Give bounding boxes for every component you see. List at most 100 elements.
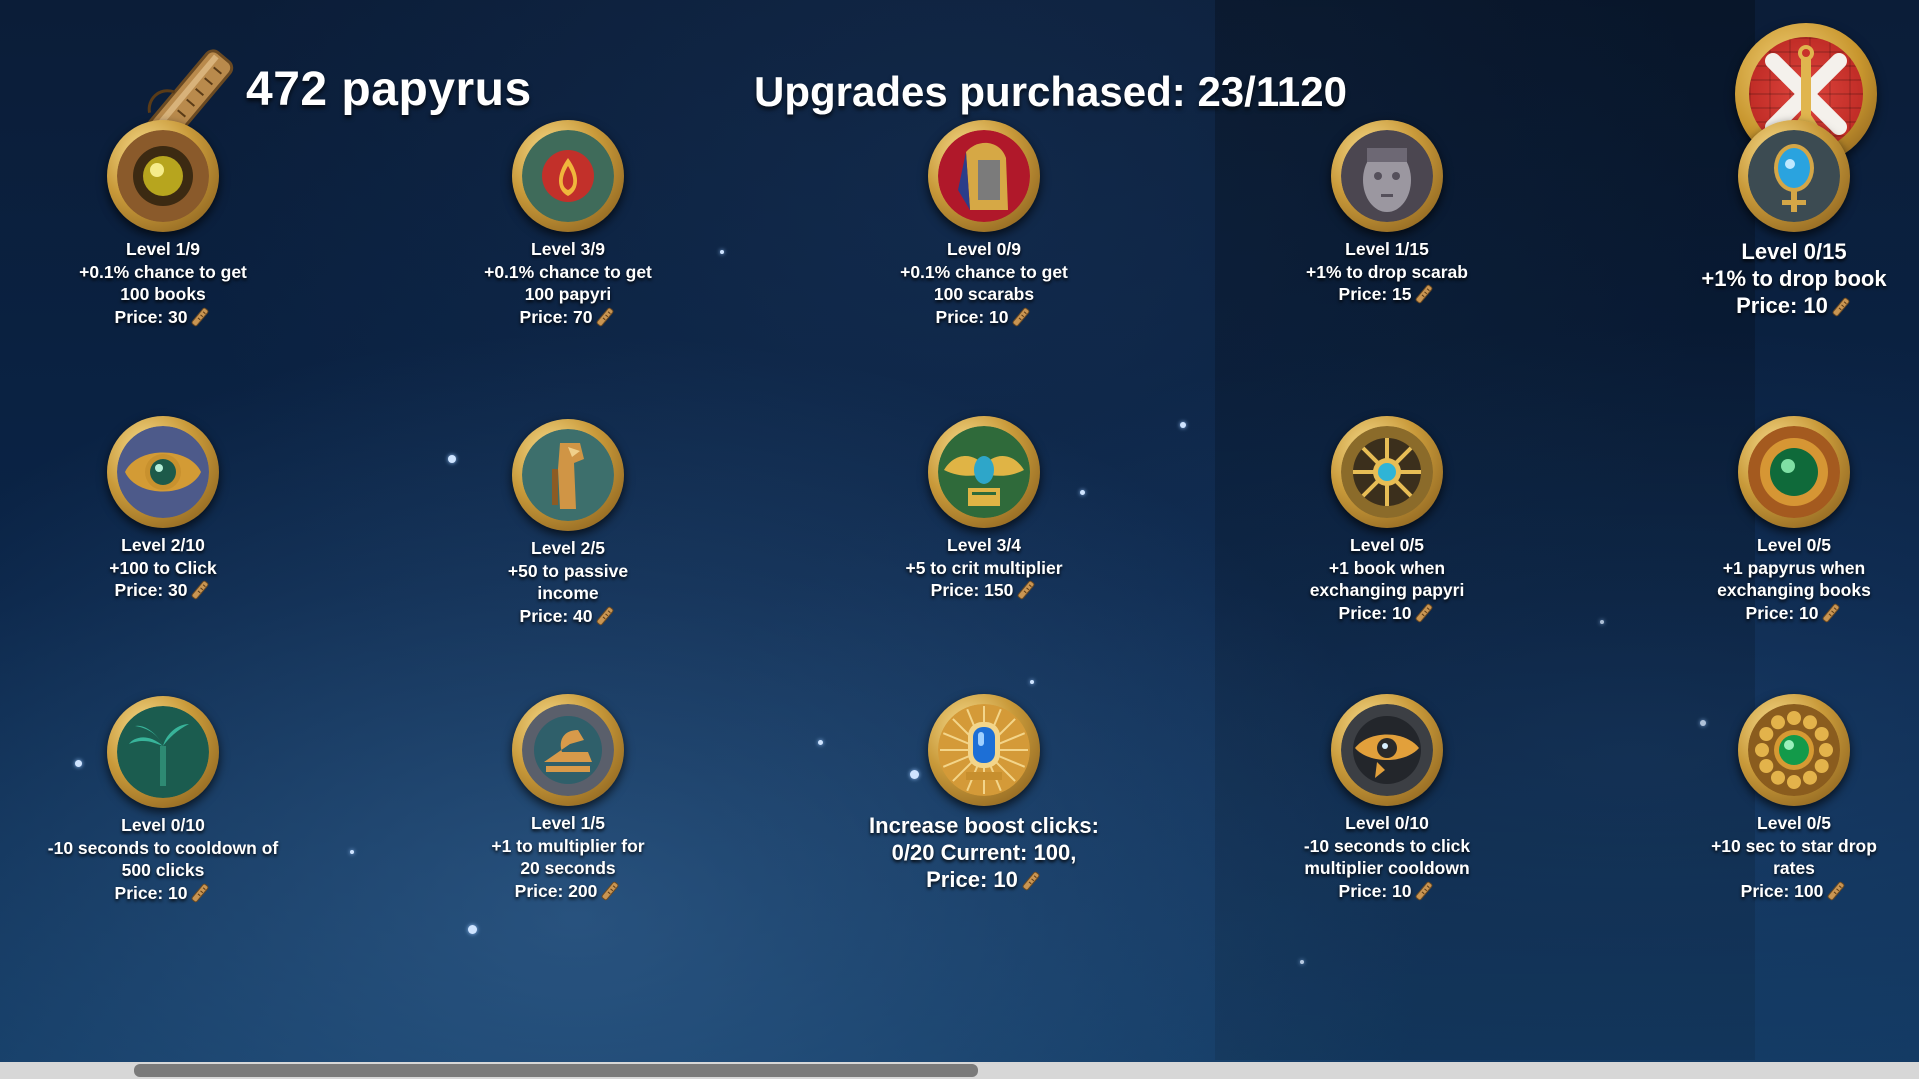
papyrus-currency-icon xyxy=(594,605,616,627)
upgrade-price: Price: 30 xyxy=(13,579,313,602)
pharaoh-head-icon[interactable] xyxy=(928,120,1040,232)
upgrade-effect-line: 500 clicks xyxy=(121,860,205,880)
upgrade-level: Level 2/10 xyxy=(121,535,205,555)
upgrade-level: Level 2/5 xyxy=(531,538,605,558)
upgrade-price-label: Price: 10 xyxy=(926,867,1018,892)
upgrade-effect-line: 20 seconds xyxy=(520,858,616,878)
papyrus-currency-icon xyxy=(1413,283,1435,305)
papyrus-currency-icon xyxy=(1825,880,1847,902)
upgrade-description: Level 0/5 +10 sec to star drop rates Price:… xyxy=(1644,812,1919,902)
upgrade-price-label: Price: 30 xyxy=(114,306,188,327)
upgrade-card[interactable]: Level 0/10 -10 seconds to click multiplier… xyxy=(1237,694,1537,902)
upgrade-effect-line: +1 papyrus when xyxy=(1722,557,1866,578)
upgrade-price: Price: 10 xyxy=(1644,602,1919,625)
horizontal-scrollbar[interactable] xyxy=(0,1062,1919,1079)
upgrade-card[interactable]: Level 1/15 +1% to drop scarab Price: 15 xyxy=(1237,120,1537,306)
upgrade-effect-line: exchanging papyri xyxy=(1309,580,1465,600)
upgrade-card[interactable]: Level 0/10 -10 seconds to cooldown of 500 … xyxy=(13,696,313,904)
upgrade-level: Level 1/9 xyxy=(126,239,200,259)
upgrade-card[interactable]: Level 0/9 +0.1% chance to get 100 scarabs P… xyxy=(834,120,1134,328)
upgrade-price-label: Price: 10 xyxy=(1745,602,1819,623)
upgrade-price-label: Price: 30 xyxy=(114,580,188,600)
upgrade-price-label: Price: 10 xyxy=(1338,880,1412,901)
papyrus-currency-icon xyxy=(189,882,211,904)
upgrade-card[interactable]: Level 0/5 +1 papyrus when exchanging books… xyxy=(1644,416,1919,624)
upgrade-effect-line: 100 books xyxy=(120,284,206,304)
upgrade-price: Price: 30 xyxy=(13,306,313,329)
upgrade-card[interactable]: Level 1/9 +0.1% chance to get 100 books Pri… xyxy=(13,120,313,328)
red-seed-icon[interactable] xyxy=(512,120,624,232)
upgrade-description: Level 1/5 +1 to multiplier for 20 seconds P… xyxy=(418,812,718,902)
upgrade-description: Level 1/15 +1% to drop scarab Price: 15 xyxy=(1237,238,1537,306)
upgrade-level: Level 0/5 xyxy=(1350,535,1424,555)
upgrade-price-label: Price: 15 xyxy=(1338,284,1412,304)
upgrade-effect-line: +1 to multiplier for xyxy=(491,835,645,856)
upgrade-effect-line: +50 to passive xyxy=(507,560,629,581)
upgrade-card[interactable]: Increase boost clicks: 0/20 Current: 100,… xyxy=(834,694,1134,893)
ibis-emblem-icon[interactable] xyxy=(512,694,624,806)
ankh-mirror-icon[interactable] xyxy=(1738,120,1850,232)
emerald-ring-icon[interactable] xyxy=(1738,416,1850,528)
winged-scarab-icon[interactable] xyxy=(928,416,1040,528)
upgrade-card[interactable]: Level 2/5 +50 to passive income Price: 40 xyxy=(418,419,718,627)
upgrades-purchased-counter: Upgrades purchased: 23/1120 xyxy=(754,68,1347,115)
upgrade-effect-line: 0/20 Current: 100, xyxy=(891,840,1077,865)
upgrade-price: Price: 200 xyxy=(418,880,718,903)
upgrade-effect-line: 100 papyri xyxy=(524,284,612,304)
upgrade-description: Level 3/9 +0.1% chance to get 100 papyri Pr… xyxy=(418,238,718,328)
green-jewel-icon[interactable] xyxy=(1738,694,1850,806)
upgrade-effect-line: +1 book when xyxy=(1328,557,1446,578)
upgrade-card[interactable]: Level 0/5 +1 book when exchanging papyri Pr… xyxy=(1237,416,1537,624)
upgrade-price-label: Price: 10 xyxy=(1338,602,1412,623)
eye-of-horus-icon[interactable] xyxy=(1331,694,1443,806)
upgrade-screen: 472 papyrus Upgrades purchased: 23/1120 … xyxy=(0,0,1919,1079)
background-star xyxy=(468,925,477,934)
papyrus-currency-icon xyxy=(189,579,211,601)
upgrade-card[interactable]: Level 0/5 +10 sec to star drop rates Price:… xyxy=(1644,694,1919,902)
upgrade-effect-line: exchanging books xyxy=(1717,580,1871,600)
upgrade-effect-line: +0.1% chance to get xyxy=(900,261,1068,282)
palm-tree-icon[interactable] xyxy=(107,696,219,808)
papyrus-currency-icon xyxy=(1413,602,1435,624)
upgrade-price: Price: 15 xyxy=(1237,283,1537,306)
upgrade-price-label: Price: 10 xyxy=(114,882,188,903)
upgrade-price-label: Price: 150 xyxy=(930,580,1014,600)
blue-gem-shrine-icon[interactable] xyxy=(928,694,1040,806)
upgrade-description: Level 0/5 +1 papyrus when exchanging books… xyxy=(1644,534,1919,624)
upgrade-description: Level 1/9 +0.1% chance to get 100 books Pri… xyxy=(13,238,313,328)
upgrade-card[interactable]: Level 1/5 +1 to multiplier for 20 seconds P… xyxy=(418,694,718,902)
upgrade-description: Level 2/5 +50 to passive income Price: 40 xyxy=(418,537,718,627)
upgrade-level: Level 3/9 xyxy=(531,239,605,259)
winged-gem-icon[interactable] xyxy=(107,416,219,528)
upgrade-effect-line: -10 seconds to cooldown of xyxy=(47,837,279,858)
upgrade-level: Level 0/9 xyxy=(947,239,1021,259)
horus-figure-icon[interactable] xyxy=(512,419,624,531)
upgrade-level: Level 1/15 xyxy=(1345,239,1429,259)
upgrade-description: Level 0/9 +0.1% chance to get 100 scarabs P… xyxy=(834,238,1134,328)
stone-face-icon[interactable] xyxy=(1331,120,1443,232)
upgrade-effect-line: +100 to Click xyxy=(109,557,217,578)
upgrade-price: Price: 40 xyxy=(418,605,718,628)
upgrade-card[interactable]: Level 3/4 +5 to crit multiplier Price: 150 xyxy=(834,416,1134,602)
upgrade-card[interactable]: Level 0/15 +1% to drop book Price: 10 xyxy=(1644,120,1919,319)
upgrade-effect-line: -10 seconds to click xyxy=(1303,835,1471,856)
papyrus-currency-icon xyxy=(189,306,211,328)
amber-orb-icon[interactable] xyxy=(107,120,219,232)
background-star xyxy=(350,850,354,854)
upgrade-price-label: Price: 70 xyxy=(519,306,593,327)
upgrade-description: Level 0/5 +1 book when exchanging papyri Pr… xyxy=(1237,534,1537,624)
upgrade-description: Level 3/4 +5 to crit multiplier Price: 150 xyxy=(834,534,1134,602)
papyrus-currency-icon xyxy=(599,880,621,902)
papyrus-currency-icon xyxy=(1830,296,1852,318)
sun-disk-icon[interactable] xyxy=(1331,416,1443,528)
papyrus-currency-icon xyxy=(1820,602,1842,624)
upgrade-description: Level 0/15 +1% to drop book Price: 10 xyxy=(1644,238,1919,319)
upgrade-effect-line: income xyxy=(537,583,599,603)
upgrade-card[interactable]: Level 2/10 +100 to Click Price: 30 xyxy=(13,416,313,602)
upgrade-card[interactable]: Level 3/9 +0.1% chance to get 100 papyri Pr… xyxy=(418,120,718,328)
upgrade-price-label: Price: 40 xyxy=(519,605,593,626)
upgrade-description: Increase boost clicks: 0/20 Current: 100,… xyxy=(834,812,1134,893)
scrollbar-thumb[interactable] xyxy=(134,1064,978,1077)
upgrade-level: Level 1/5 xyxy=(531,813,605,833)
upgrade-effect-line: +10 sec to star drop xyxy=(1711,835,1877,856)
